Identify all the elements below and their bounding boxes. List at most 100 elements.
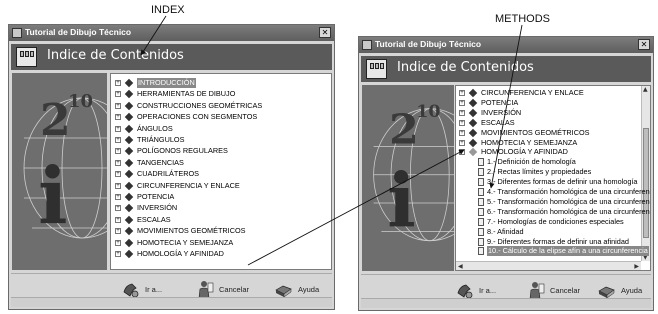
tree-item-label: POTENCIA [481,97,519,107]
tree-item[interactable]: + POTENCIA [456,98,650,108]
tree-item-label: INVERSIÓN [481,107,522,117]
tree-item[interactable]: + CIRCUNFERENCIA Y ENLACE [111,181,331,191]
chapter-diamond-icon [468,138,478,147]
tree-item[interactable]: + MOVIMIENTOS GEOMÉTRICOS [456,128,650,138]
tree-item[interactable]: + ESCALAS [111,215,331,225]
tree-subitem-label: 6.- Transformación homológica de una cir… [487,206,651,216]
tree-item[interactable]: + POLÍGONOS REGULARES [111,146,331,156]
expand-icon[interactable]: + [115,114,121,121]
expand-icon[interactable]: + [115,80,121,86]
expand-icon[interactable]: + [115,159,121,166]
tree-item[interactable]: − HOMOLOGÍA Y AFINIDAD [456,147,650,157]
tree-subitem-label: 9.- Diferentes formas de definir una afi… [487,236,629,246]
expand-icon[interactable]: + [115,148,121,155]
expand-icon[interactable]: + [115,194,121,200]
tree-subitem[interactable]: 5.- Transformación homológica de una cir… [456,197,650,207]
tree-item[interactable]: + CONSTRUCCIONES GEOMÉTRICAS [111,101,331,111]
goto-hand-icon [455,281,474,300]
expand-icon[interactable]: + [459,99,465,106]
chapter-diamond-icon [124,135,134,145]
tree-item-label: ESCALAS [481,117,515,127]
tree-item[interactable]: + CUADRILÁTEROS [111,169,331,179]
expand-icon[interactable]: + [115,102,121,109]
help-book-icon [274,280,293,299]
expand-icon[interactable]: + [459,139,465,146]
index-window-right: Tutorial de Dibujo Técnico ✕ Indice de C… [358,36,654,311]
tree-item[interactable]: + ÁNGULOS [111,124,331,134]
globe-art-image: 2 10 i [12,73,107,270]
callout-methods-label: METHODS [495,13,550,25]
tree-subitem-label: 10.- Cálculo de la elipse afín a una cir… [487,246,649,257]
tree-item[interactable]: + TRIÁNGULOS [111,135,331,145]
tree-item-label: MOVIMIENTOS GEOMÉTRICOS [137,226,246,236]
art-big-letter: i [387,158,416,245]
chapter-diamond-icon [124,181,134,190]
tree-item[interactable]: + POTENCIA [111,192,331,202]
expand-icon[interactable]: + [115,125,121,132]
expand-icon[interactable]: + [115,228,121,235]
goto-label: Ir a... [479,285,497,295]
status-bar [11,297,332,307]
close-button[interactable]: ✕ [638,39,650,50]
tree-item[interactable]: + INVERSIÓN [111,203,331,213]
app-icon [362,40,372,50]
tree-subitem[interactable]: 3.- Diferentes formas de definir una hom… [456,177,650,187]
close-button[interactable]: ✕ [319,27,331,38]
tree-subitem[interactable]: 6.- Transformación homológica de una cir… [456,207,650,217]
chapter-diamond-icon [124,238,134,247]
expand-icon[interactable]: + [115,137,121,143]
tree-item[interactable]: + TANGENCIAS [111,158,331,168]
cancel-person-icon [526,281,545,300]
title-bar: Tutorial de Dibujo Técnico ✕ [359,37,653,53]
chapter-diamond-icon [124,169,134,179]
tree-item[interactable]: + HERRAMIENTAS DE DIBUJO [111,89,331,99]
tree-item-label: POLÍGONOS REGULARES [137,146,228,156]
chapter-diamond-icon [124,215,134,225]
tree-item[interactable]: + INTRODUCCIÓN [111,78,331,88]
tree-item-label: CIRCUNFERENCIA Y ENLACE [481,88,584,97]
expand-icon[interactable]: + [459,129,465,136]
art-big-two: 2 [389,104,419,153]
tree-item[interactable]: + CIRCUNFERENCIA Y ENLACE [456,88,650,98]
scroll-right-icon[interactable]: ▶ [634,263,639,270]
tree-item[interactable]: + MOVIMIENTOS GEOMÉTRICOS [111,226,331,236]
horizontal-scrollbar[interactable]: ◀ ▶ [456,261,641,270]
tree-item-label: CONSTRUCCIONES GEOMÉTRICAS [137,100,263,110]
goto-hand-icon [121,280,140,299]
expand-icon[interactable]: + [115,171,121,178]
tree-subitem[interactable]: 9.- Diferentes formas de definir una afi… [456,237,650,247]
tree-subitem[interactable]: 8.- Afinidad [456,227,650,237]
tree-item[interactable]: + ESCALAS [456,118,650,128]
tree-item[interactable]: + HOMOTECIA Y SEMEJANZA [111,238,331,248]
expand-icon[interactable]: + [459,119,465,126]
tree-item[interactable]: + HOMOTECIA Y SEMEJANZA [456,138,650,148]
contents-tree[interactable]: + INTRODUCCIÓN + HERRAMIENTAS DE DIBUJO + CON… [110,73,332,270]
expand-icon[interactable]: + [115,251,121,257]
expand-icon[interactable]: + [115,239,121,246]
expand-icon[interactable]: + [115,91,121,98]
tree-subitem-label: 2.- Rectas límites y propiedades [487,167,592,177]
chapter-diamond-icon [124,158,134,168]
scroll-left-icon[interactable]: ◀ [458,263,463,270]
callout-index-label: INDEX [151,4,185,16]
chapter-diamond-icon [124,249,134,259]
expand-icon[interactable]: + [459,90,465,96]
expand-icon[interactable]: + [459,109,465,116]
tree-item[interactable]: + HOMOLOGÍA Y AFINIDAD [111,249,331,259]
tree-subitem[interactable]: 10.- Cálculo de la elipse afín a una cir… [456,246,650,257]
contents-tree[interactable]: ▲ ▼ ◀ ▶ + CIRCUNFERENCIA Y ENLACE + POTENCI… [455,85,651,271]
chapter-diamond-icon [124,90,134,99]
tree-subitem[interactable]: 7.- Homologías de condiciones especiales [456,217,650,227]
tree-item[interactable]: + INVERSIÓN [456,108,650,118]
tree-item-label: ÁNGULOS [137,123,173,133]
expand-icon[interactable]: + [115,205,121,212]
tree-item[interactable]: + OPERACIONES CON SEGMENTOS [111,112,331,122]
tree-subitem[interactable]: 4.- Transformación homológica de una cir… [456,187,650,197]
status-bar [361,298,651,308]
tree-subitem[interactable]: 1.- Definición de homología [456,157,650,167]
expand-icon[interactable]: + [115,182,121,189]
expand-icon[interactable]: + [115,216,121,223]
tree-subitem[interactable]: 2.- Rectas límites y propiedades [456,167,650,177]
tree-item-label: HERRAMIENTAS DE DIBUJO [137,89,236,99]
collapse-icon[interactable]: − [459,149,465,156]
